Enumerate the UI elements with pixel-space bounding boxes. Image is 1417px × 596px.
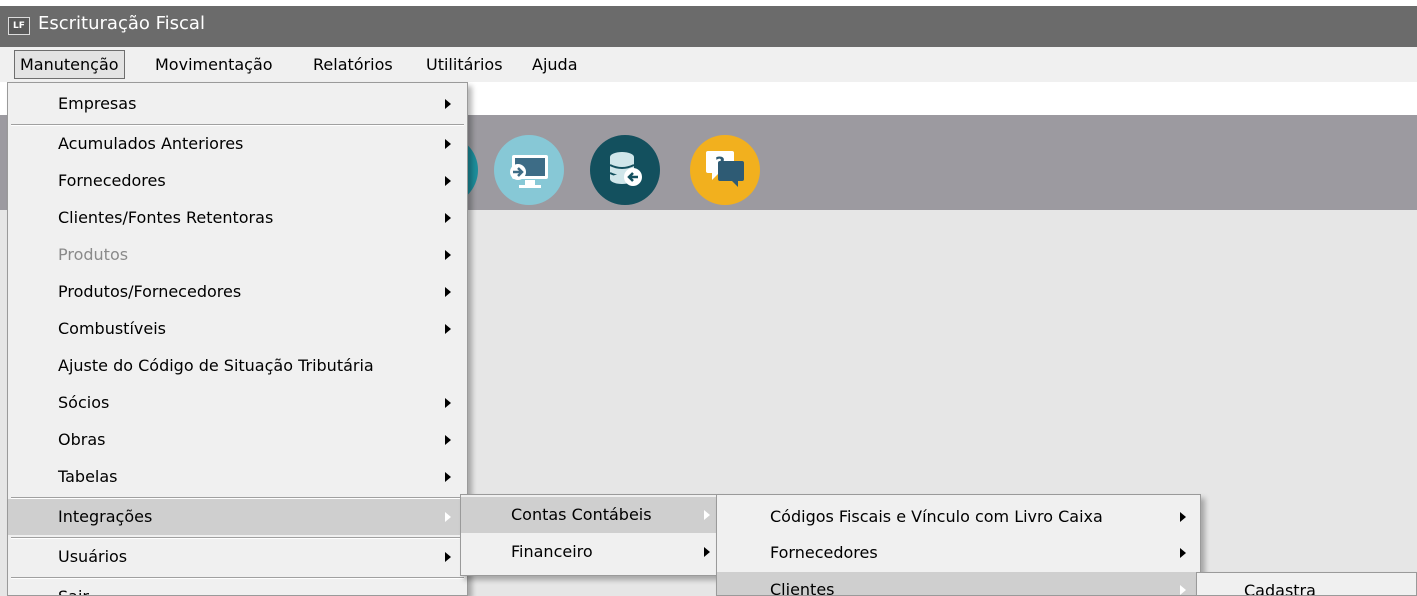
menu-item-label: Fornecedores (770, 543, 878, 562)
menu-item-acumulados-anteriores[interactable]: Acumulados Anteriores (8, 126, 467, 162)
menu-item-produtos: Produtos (8, 237, 467, 273)
app-logo-icon: LF (8, 17, 30, 35)
submenu-arrow-icon (445, 99, 451, 109)
menubar-item-utilitarios[interactable]: Utilitários (421, 50, 508, 79)
submenu-arrow-icon (1180, 512, 1186, 522)
menu-item-label: Empresas (58, 94, 137, 113)
menu-item-label: Tabelas (58, 467, 118, 486)
menu-item-produtos-fornecedores[interactable]: Produtos/Fornecedores (8, 274, 467, 310)
menu-item-label: Contas Contábeis (511, 505, 652, 524)
menu-clientes: Cadastra (1196, 572, 1417, 596)
submenu-arrow-icon (445, 512, 451, 522)
monitor-arrow-icon[interactable] (494, 135, 564, 205)
menu-item-usuarios[interactable]: Usuários (8, 539, 467, 575)
menu-item-label: Acumulados Anteriores (58, 134, 244, 153)
menu-item-obras[interactable]: Obras (8, 422, 467, 458)
submenu-arrow-icon (445, 139, 451, 149)
menu-item-label: Produtos (58, 245, 129, 264)
help-chat-icon[interactable]: ? (690, 135, 760, 205)
menu-item-label: Clientes (770, 580, 835, 596)
submenu-arrow-icon (704, 510, 710, 520)
menu-item-fornecedores[interactable]: Fornecedores (8, 163, 467, 199)
title-bar: LF Escrituração Fiscal (0, 0, 1417, 47)
menu-item-label: Combustíveis (58, 319, 166, 338)
menu-manutencao: Empresas Acumulados Anteriores Fornecedo… (7, 82, 468, 596)
menu-item-tabelas[interactable]: Tabelas (8, 459, 467, 495)
submenu-arrow-icon (445, 435, 451, 445)
submenu-arrow-icon (704, 547, 710, 557)
menu-item-contas-contabeis[interactable]: Contas Contábeis (461, 497, 717, 533)
menu-item-label: Sócios (58, 393, 110, 412)
window-title: Escrituração Fiscal (38, 13, 205, 34)
menu-item-integracoes[interactable]: Integrações (8, 499, 467, 535)
menu-item-clientes-fontes-retentoras[interactable]: Clientes/Fontes Retentoras (8, 200, 467, 236)
menu-item-label: Fornecedores (58, 171, 166, 190)
submenu-arrow-icon (445, 552, 451, 562)
submenu-arrow-icon (445, 250, 451, 260)
menu-item-label: Códigos Fiscais e Vínculo com Livro Caix… (770, 507, 1103, 526)
menu-item-cadastra[interactable]: Cadastra (1197, 573, 1416, 596)
menu-item-label: Usuários (58, 547, 128, 566)
submenu-arrow-icon (445, 176, 451, 186)
title-bar-top-edge (0, 0, 1417, 6)
menu-item-sair[interactable]: Sair (8, 579, 467, 595)
menu-item-socios[interactable]: Sócios (8, 385, 467, 421)
menu-bar: Manutenção Movimentação Relatórios Utili… (0, 47, 1417, 82)
menu-item-label: Sair (58, 579, 89, 595)
menubar-item-manutencao[interactable]: Manutenção (14, 50, 125, 79)
submenu-arrow-icon (1180, 585, 1186, 595)
menu-item-label: Produtos/Fornecedores (58, 282, 242, 301)
menu-item-label: Obras (58, 430, 106, 449)
database-arrow-icon[interactable] (590, 135, 660, 205)
menu-item-fornecedores-contas[interactable]: Fornecedores (717, 535, 1200, 571)
menubar-item-movimentacao[interactable]: Movimentação (150, 50, 278, 79)
menu-item-codigos-fiscais[interactable]: Códigos Fiscais e Vínculo com Livro Caix… (717, 499, 1200, 535)
submenu-arrow-icon (445, 324, 451, 334)
submenu-arrow-icon (445, 287, 451, 297)
submenu-arrow-icon (1180, 548, 1186, 558)
menu-item-financeiro[interactable]: Financeiro (461, 534, 717, 570)
menubar-item-relatorios[interactable]: Relatórios (308, 50, 398, 79)
help-glyph: ? (715, 154, 725, 174)
menu-item-label: Clientes/Fontes Retentoras (58, 208, 274, 227)
menu-item-label: Ajuste do Código de Situação Tributária (58, 356, 374, 375)
menu-item-combustiveis[interactable]: Combustíveis (8, 311, 467, 347)
menu-integracoes: Contas Contábeis Financeiro (460, 494, 718, 576)
menu-item-label: Cadastra (1244, 581, 1316, 596)
menu-item-clientes-contas[interactable]: Clientes (717, 572, 1200, 596)
menubar-item-ajuda[interactable]: Ajuda (527, 50, 583, 79)
menu-item-label: Integrações (58, 507, 153, 526)
menu-item-empresas[interactable]: Empresas (8, 86, 467, 122)
menu-contas-contabeis: Códigos Fiscais e Vínculo com Livro Caix… (716, 494, 1201, 596)
menu-item-ajuste-cst[interactable]: Ajuste do Código de Situação Tributária (8, 348, 467, 384)
submenu-arrow-icon (445, 472, 451, 482)
submenu-arrow-icon (445, 398, 451, 408)
menu-item-label: Financeiro (511, 542, 593, 561)
submenu-arrow-icon (445, 213, 451, 223)
